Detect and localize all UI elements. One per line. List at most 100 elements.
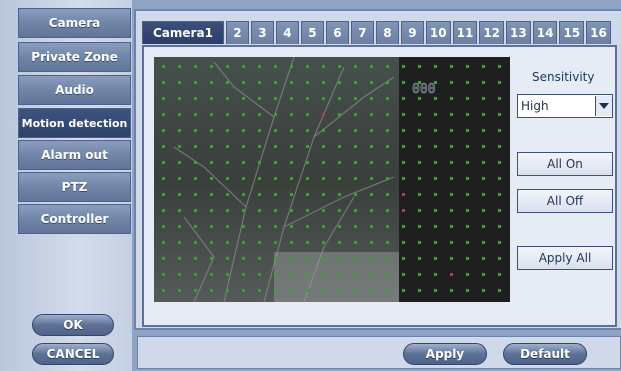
motion-grid-cell[interactable] — [290, 113, 293, 116]
tab-camera5[interactable]: 5 — [300, 21, 324, 44]
motion-grid-cell[interactable] — [402, 145, 405, 148]
motion-grid-cell[interactable] — [354, 177, 357, 180]
apply-button[interactable]: Apply — [403, 343, 487, 365]
motion-grid-cell[interactable] — [418, 289, 421, 292]
motion-grid-cell[interactable] — [162, 289, 165, 292]
motion-grid-cell[interactable] — [482, 289, 485, 292]
motion-grid-cell[interactable] — [322, 225, 325, 228]
motion-grid-cell[interactable] — [258, 225, 261, 228]
motion-grid-cell[interactable] — [290, 241, 293, 244]
motion-grid-cell[interactable] — [258, 113, 261, 116]
motion-grid-cell[interactable] — [290, 145, 293, 148]
motion-grid-cell[interactable] — [466, 65, 469, 68]
motion-grid-cell[interactable] — [290, 129, 293, 132]
motion-grid-cell[interactable] — [178, 193, 181, 196]
motion-grid-cell[interactable] — [178, 177, 181, 180]
motion-grid-cell[interactable] — [402, 273, 405, 276]
all-on-button[interactable]: All On — [517, 152, 613, 176]
motion-grid-cell[interactable] — [322, 97, 325, 100]
motion-grid-cell[interactable] — [434, 161, 437, 164]
motion-grid-cell[interactable] — [306, 225, 309, 228]
motion-grid-cell[interactable] — [498, 113, 501, 116]
motion-grid-cell[interactable] — [242, 113, 245, 116]
motion-grid-cell[interactable] — [434, 177, 437, 180]
motion-grid-cell[interactable] — [498, 129, 501, 132]
motion-grid-cell[interactable] — [402, 257, 405, 260]
motion-grid-cell[interactable] — [242, 161, 245, 164]
motion-grid-cell[interactable] — [290, 225, 293, 228]
motion-grid-cell[interactable] — [338, 257, 341, 260]
motion-grid-cell[interactable] — [258, 241, 261, 244]
motion-grid-cell[interactable] — [338, 241, 341, 244]
motion-grid-cell[interactable] — [322, 161, 325, 164]
motion-grid-cell[interactable] — [434, 289, 437, 292]
motion-grid-cell[interactable] — [466, 113, 469, 116]
motion-grid-cell[interactable] — [466, 145, 469, 148]
sidebar-item-controller[interactable]: Controller — [18, 204, 131, 234]
motion-grid-cell[interactable] — [498, 161, 501, 164]
motion-grid-cell[interactable] — [322, 289, 325, 292]
motion-grid-cell[interactable] — [466, 81, 469, 84]
motion-grid-cell[interactable] — [194, 81, 197, 84]
motion-grid-cell[interactable] — [194, 257, 197, 260]
motion-grid-cell[interactable] — [226, 289, 229, 292]
motion-grid-cell[interactable] — [210, 97, 213, 100]
tab-camera1[interactable]: Camera1 — [142, 21, 224, 44]
motion-grid-cell[interactable] — [482, 81, 485, 84]
motion-grid-cell[interactable] — [162, 225, 165, 228]
motion-grid-cell[interactable] — [466, 257, 469, 260]
motion-grid-cell[interactable] — [450, 273, 453, 276]
motion-grid-cell[interactable] — [226, 145, 229, 148]
motion-grid-cell[interactable] — [498, 209, 501, 212]
motion-grid-cell[interactable] — [498, 225, 501, 228]
motion-grid-cell[interactable] — [290, 65, 293, 68]
sensitivity-select[interactable]: High — [517, 94, 613, 118]
motion-grid-cell[interactable] — [210, 113, 213, 116]
motion-grid-cell[interactable] — [306, 65, 309, 68]
motion-grid-cell[interactable] — [370, 289, 373, 292]
tab-camera2[interactable]: 2 — [225, 21, 249, 44]
motion-grid-cell[interactable] — [242, 177, 245, 180]
motion-grid-cell[interactable] — [178, 241, 181, 244]
motion-grid-cell[interactable] — [274, 65, 277, 68]
motion-grid-cell[interactable] — [482, 129, 485, 132]
motion-grid-cell[interactable] — [386, 273, 389, 276]
all-off-button[interactable]: All Off — [517, 189, 613, 213]
motion-grid-cell[interactable] — [402, 289, 405, 292]
motion-grid-cell[interactable] — [194, 241, 197, 244]
motion-grid-cell[interactable] — [466, 225, 469, 228]
apply-all-button[interactable]: Apply All — [517, 246, 613, 270]
motion-grid-cell[interactable] — [498, 193, 501, 196]
motion-grid-cell[interactable] — [482, 161, 485, 164]
motion-grid-cell[interactable] — [402, 129, 405, 132]
motion-grid-cell[interactable] — [210, 289, 213, 292]
motion-grid-cell[interactable] — [466, 161, 469, 164]
tab-camera16[interactable]: 16 — [586, 21, 611, 44]
motion-grid-cell[interactable] — [370, 97, 373, 100]
motion-grid-cell[interactable] — [498, 65, 501, 68]
tab-camera13[interactable]: 13 — [506, 21, 531, 44]
motion-grid-cell[interactable] — [418, 257, 421, 260]
motion-grid-cell[interactable] — [274, 113, 277, 116]
motion-grid-cell[interactable] — [498, 241, 501, 244]
motion-grid-cell[interactable] — [274, 257, 277, 260]
motion-grid-cell[interactable] — [386, 113, 389, 116]
motion-grid-cell[interactable] — [354, 161, 357, 164]
motion-grid-cell[interactable] — [162, 65, 165, 68]
motion-grid-cell[interactable] — [418, 97, 421, 100]
motion-grid-cell[interactable] — [290, 81, 293, 84]
motion-grid-cell[interactable] — [178, 81, 181, 84]
motion-grid-cell[interactable] — [274, 193, 277, 196]
motion-grid-cell[interactable] — [450, 257, 453, 260]
motion-grid-cell[interactable] — [162, 81, 165, 84]
motion-grid-cell[interactable] — [418, 81, 421, 84]
tab-camera11[interactable]: 11 — [452, 21, 478, 44]
motion-grid-cell[interactable] — [386, 81, 389, 84]
motion-grid-cell[interactable] — [482, 145, 485, 148]
motion-grid-cell[interactable] — [178, 257, 181, 260]
motion-grid-cell[interactable] — [450, 81, 453, 84]
default-button[interactable]: Default — [503, 343, 587, 365]
motion-grid-cell[interactable] — [498, 145, 501, 148]
motion-grid-cell[interactable] — [194, 113, 197, 116]
motion-grid-cell[interactable] — [498, 97, 501, 100]
